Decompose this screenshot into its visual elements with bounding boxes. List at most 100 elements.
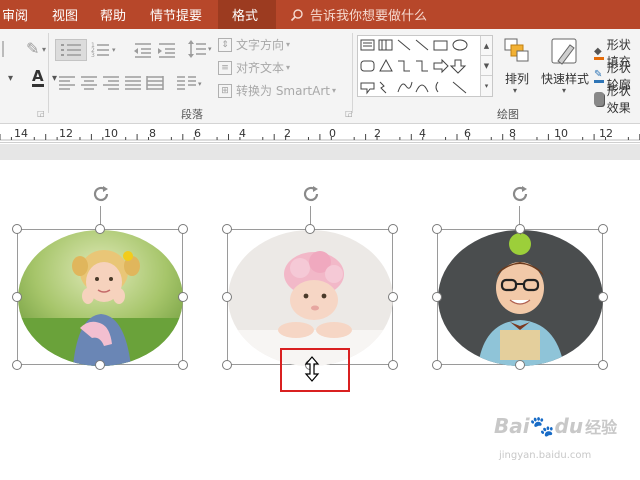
line-spacing-button[interactable]: ▾ <box>186 39 214 62</box>
arrange-button[interactable] <box>503 37 531 66</box>
increase-indent-icon <box>158 43 175 58</box>
align-right-button[interactable] <box>102 75 120 94</box>
ruler-ticks <box>0 134 640 141</box>
resize-handle-r[interactable] <box>178 292 188 302</box>
gallery-scroll-down-icon[interactable]: ▼ <box>481 56 492 76</box>
ruler-number: 0 <box>329 127 336 140</box>
columns-button[interactable]: ▾ <box>176 75 206 94</box>
text-direction-icon: ⇕ <box>218 37 232 52</box>
slide-canvas[interactable]: Bai🐾du 经验 jingyan.baidu.com <box>0 160 640 480</box>
quick-styles-icon <box>551 38 577 65</box>
ruler-number: 12 <box>59 127 73 140</box>
ribbon-tab-bar: 审阅 视图 帮助 情节提要 格式 告诉我你想要做什么 <box>0 0 640 29</box>
tell-me-box[interactable]: 告诉我你想要做什么 <box>276 0 427 29</box>
align-text-button[interactable]: ≡ 对齐文本 ▾ <box>218 59 290 76</box>
resize-handle-t[interactable] <box>95 224 105 234</box>
resize-handle-tl[interactable] <box>222 224 232 234</box>
ruler-number: 8 <box>149 127 156 140</box>
tab-view[interactable]: 视图 <box>40 0 88 29</box>
chevron-down-icon: ▾ <box>52 73 58 84</box>
shapes-gallery[interactable]: ▲ ▼ ▾ <box>357 35 493 97</box>
text-direction-button[interactable]: ⇕ 文字方向 ▾ <box>218 36 290 53</box>
ruler-number: 2 <box>284 127 291 140</box>
gallery-scroll-up-icon[interactable]: ▲ <box>481 36 492 56</box>
resize-handle-b[interactable] <box>95 360 105 370</box>
align-center-button[interactable] <box>80 75 98 94</box>
resize-handle-r[interactable] <box>388 292 398 302</box>
justify-icon <box>125 76 141 90</box>
font-color-icon[interactable]: A <box>32 69 44 87</box>
resize-handle-tr[interactable] <box>178 224 188 234</box>
resize-handle-bl[interactable] <box>12 360 22 370</box>
increase-indent-button[interactable] <box>157 41 177 62</box>
quick-styles-button[interactable] <box>550 37 580 70</box>
shape-effects-icon <box>594 92 604 106</box>
resize-handle-l[interactable] <box>432 292 442 302</box>
resize-handle-tl[interactable] <box>12 224 22 234</box>
search-icon <box>290 8 303 21</box>
gallery-more-icon[interactable]: ▾ <box>481 76 492 96</box>
tab-help[interactable]: 帮助 <box>88 0 140 29</box>
align-center-icon <box>81 76 97 90</box>
resize-handle-br[interactable] <box>388 360 398 370</box>
rotate-handle-icon[interactable] <box>299 182 323 206</box>
justify-button[interactable] <box>124 75 142 94</box>
horizontal-ruler[interactable]: 14 12 10 8 6 4 2 0 2 4 6 8 10 12 <box>0 125 640 143</box>
resize-handle-t[interactable] <box>305 224 315 234</box>
paragraph-group-label: 段落 <box>181 108 203 121</box>
rotate-handle-icon[interactable] <box>508 182 532 206</box>
resize-handle-b[interactable] <box>515 360 525 370</box>
bullets-icon <box>61 44 81 56</box>
tab-review[interactable]: 审阅 <box>0 0 40 29</box>
bullets-button[interactable] <box>55 39 87 61</box>
svg-text:▾: ▾ <box>198 80 202 88</box>
group-separator <box>48 33 49 113</box>
shape-effects-label: 形状效果 <box>606 84 631 115</box>
gallery-scrollbar[interactable]: ▲ ▼ ▾ <box>480 36 492 96</box>
align-left-icon <box>59 76 75 90</box>
bullet-edge-icon <box>2 41 16 57</box>
dialog-launcher-icon[interactable]: ◲ <box>37 109 45 118</box>
resize-handle-bl[interactable] <box>222 360 232 370</box>
resize-handle-tl[interactable] <box>432 224 442 234</box>
eraser-icon[interactable]: ✎ <box>26 39 39 58</box>
align-text-label: 对齐文本 <box>236 61 285 75</box>
resize-handle-r[interactable] <box>598 292 608 302</box>
resize-handle-br[interactable] <box>598 360 608 370</box>
canvas-margin <box>0 144 640 160</box>
resize-handle-tr[interactable] <box>388 224 398 234</box>
shapes-grid-icon <box>360 39 468 95</box>
paint-bucket-icon: ◆ <box>594 46 604 60</box>
girl-photo[interactable] <box>18 230 183 366</box>
resize-handle-l[interactable] <box>222 292 232 302</box>
baby-photo[interactable] <box>228 230 393 366</box>
tab-storyboard[interactable]: 情节提要 <box>140 0 218 29</box>
align-left-button[interactable] <box>58 75 76 94</box>
quick-styles-label: 快速样式 <box>541 72 590 86</box>
resize-handle-br[interactable] <box>178 360 188 370</box>
ruler-number: 8 <box>509 127 516 140</box>
svg-text:▾: ▾ <box>208 45 212 53</box>
resize-handle-bl[interactable] <box>432 360 442 370</box>
ruler-number: 4 <box>419 127 426 140</box>
boy-photo[interactable] <box>438 230 603 366</box>
numbering-button[interactable]: 123 ▾ <box>89 41 119 62</box>
resize-vertical-cursor-icon <box>303 356 321 385</box>
watermark-logo: Bai🐾du 经验 <box>494 414 618 438</box>
arrange-icon <box>504 38 529 62</box>
drawing-group-label: 绘图 <box>497 108 519 121</box>
resize-handle-l[interactable] <box>12 292 22 302</box>
watermark-url: jingyan.baidu.com <box>499 450 592 461</box>
rotate-handle-icon[interactable] <box>89 182 113 206</box>
group-separator <box>352 33 353 113</box>
convert-smartart-button[interactable]: ⊞ 转换为 SmartArt ▾ <box>218 82 336 99</box>
chevron-down-icon: ▾ <box>513 86 518 95</box>
ruler-number: 6 <box>194 127 201 140</box>
distributed-button[interactable] <box>146 75 164 94</box>
paw-icon: 🐾 <box>529 414 555 438</box>
decrease-indent-button[interactable] <box>133 41 153 62</box>
resize-handle-t[interactable] <box>515 224 525 234</box>
shape-effects-button[interactable]: 形状效果 <box>594 82 640 116</box>
resize-handle-tr[interactable] <box>598 224 608 234</box>
tab-format[interactable]: 格式 <box>218 0 276 29</box>
